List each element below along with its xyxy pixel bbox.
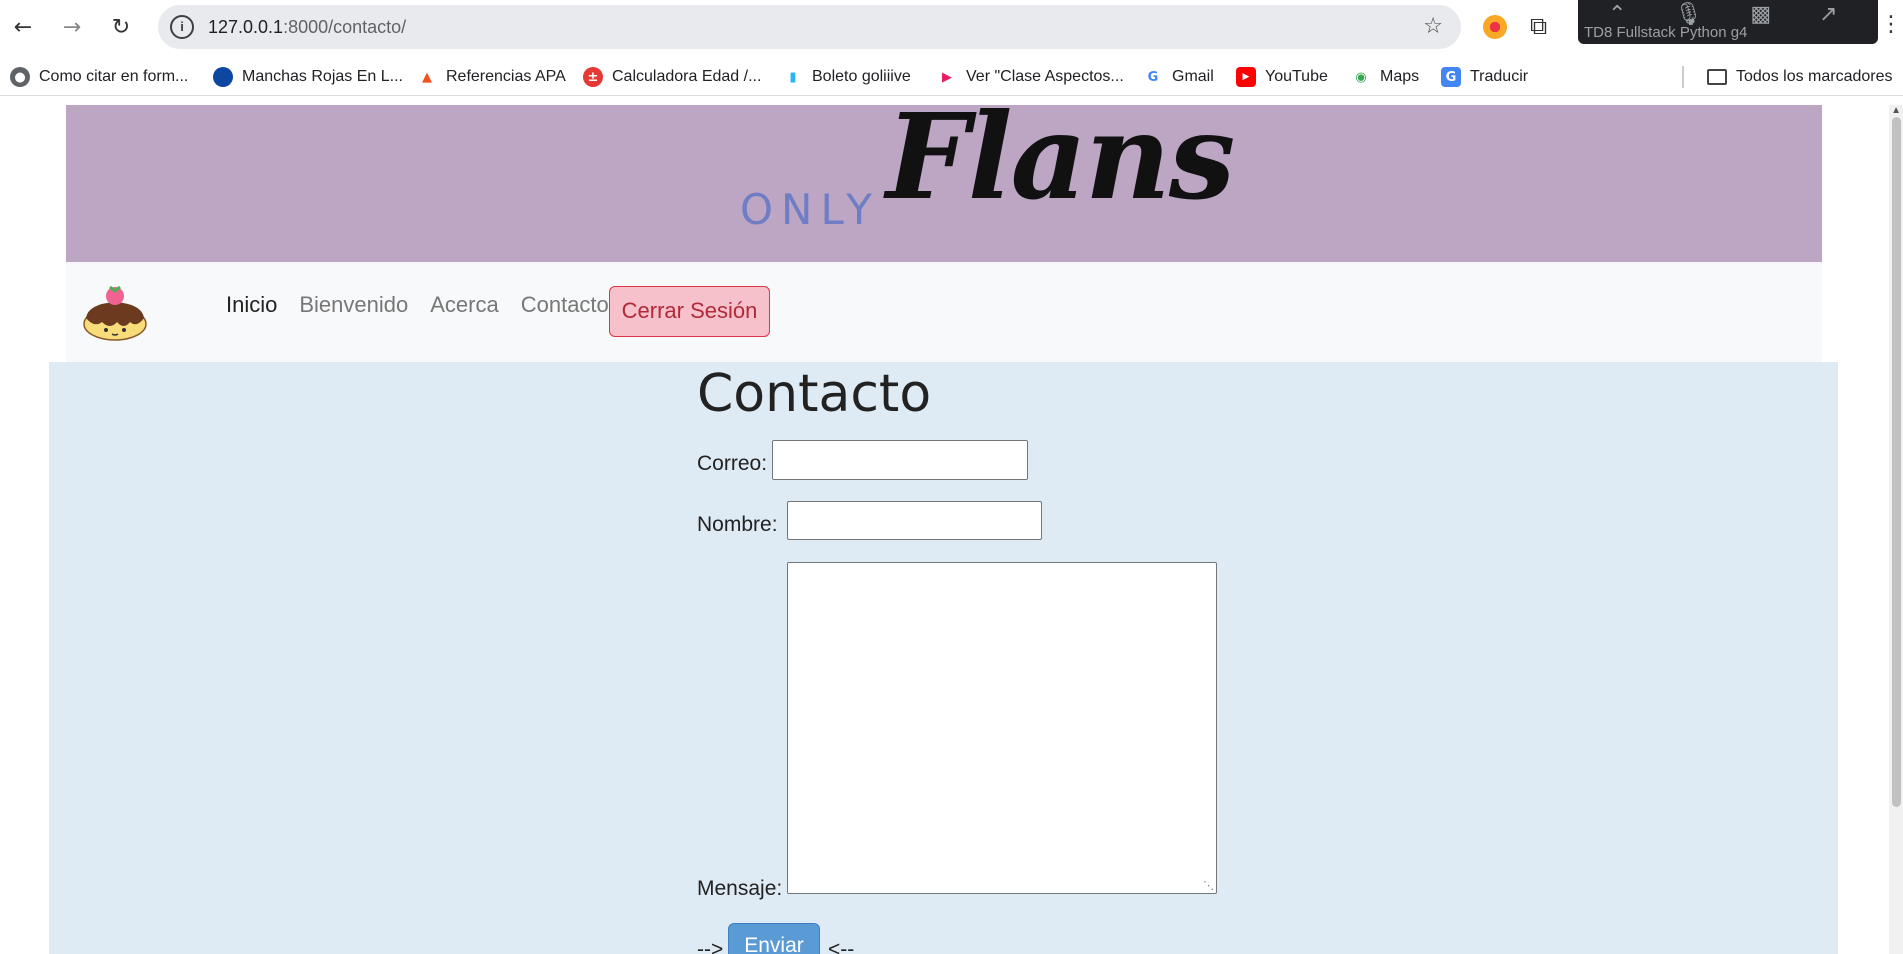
- camera-off-icon[interactable]: ▩: [1750, 2, 1819, 27]
- globe-icon: ●: [10, 67, 30, 87]
- bookmark-item[interactable]: ▶ Ver "Clase Aspectos...: [937, 65, 1124, 89]
- logo-only-text: ONLY: [740, 185, 880, 234]
- message-label: Mensaje:: [697, 877, 783, 900]
- graduation-cap-icon: ▲: [422, 69, 432, 85]
- nav-contacto[interactable]: Contacto: [521, 292, 609, 318]
- calculator-icon: ±: [583, 67, 603, 87]
- resize-grip-icon[interactable]: ⋱: [1203, 879, 1214, 892]
- extension-icon[interactable]: [1483, 15, 1507, 39]
- browser-toolbar: ← → ↻ i 127.0.0.1:8000/contacto/ ☆ ⧉ TD8…: [0, 0, 1903, 55]
- email-field[interactable]: [772, 440, 1028, 480]
- bookmark-item[interactable]: ● Como citar en form...: [10, 65, 188, 89]
- site-info-icon[interactable]: i: [170, 15, 194, 39]
- bookmark-item[interactable]: ▮ Boleto goliiive: [783, 65, 910, 89]
- logo-flans-text: Flans: [886, 105, 1235, 226]
- address-bar[interactable]: i 127.0.0.1:8000/contacto/ ☆: [158, 5, 1461, 49]
- all-bookmarks[interactable]: Todos los marcadores: [1707, 65, 1893, 89]
- page-viewport: ONLY Flans Inicio Bienvenido Acerca Cont…: [0, 105, 1903, 954]
- scroll-thumb[interactable]: [1892, 117, 1901, 807]
- email-label: Correo:: [697, 452, 768, 475]
- url-text[interactable]: 127.0.0.1:8000/contacto/: [208, 17, 406, 38]
- bookmark-item[interactable]: ▶ YouTube: [1236, 65, 1328, 89]
- play-icon: ▶: [942, 69, 952, 85]
- name-field[interactable]: [787, 501, 1042, 540]
- nav-acerca[interactable]: Acerca: [430, 292, 498, 318]
- site-banner: ONLY Flans: [66, 105, 1822, 262]
- reload-icon[interactable]: ↻: [106, 9, 136, 45]
- scroll-up-icon[interactable]: ▲: [1891, 105, 1901, 116]
- share-screen-icon[interactable]: ↗: [1819, 2, 1885, 27]
- site-navbar: Inicio Bienvenido Acerca Contacto Cerrar…: [66, 262, 1822, 362]
- bookmarks-bar: ● Como citar en form... Manchas Rojas En …: [0, 58, 1903, 96]
- bookmark-item[interactable]: G Traducir: [1441, 65, 1528, 89]
- nav-inicio[interactable]: Inicio: [226, 292, 277, 318]
- meet-overlay: TD8 Fullstack Python g4 ⌃🎙▩↗: [1578, 0, 1878, 44]
- menu-kebab-icon[interactable]: ⋮: [1880, 12, 1902, 37]
- google-icon: G: [1147, 69, 1159, 85]
- flan-logo-icon[interactable]: [82, 278, 148, 344]
- page-scrollbar[interactable]: ▲: [1889, 105, 1903, 954]
- translate-icon: G: [1441, 67, 1461, 87]
- apple-icon: [213, 67, 233, 87]
- bookmark-item[interactable]: Manchas Rojas En L...: [213, 65, 403, 89]
- page-title: Contacto: [697, 364, 932, 424]
- message-textarea[interactable]: ⋱: [787, 562, 1217, 894]
- submit-button[interactable]: Enviar: [728, 923, 820, 954]
- nav-bienvenido[interactable]: Bienvenido: [299, 292, 408, 318]
- bookmark-item[interactable]: G Gmail: [1143, 65, 1214, 89]
- bookmark-item[interactable]: ◉ Maps: [1351, 65, 1419, 89]
- youtube-icon: ▶: [1236, 67, 1256, 87]
- folder-icon: [1707, 69, 1727, 85]
- extensions-puzzle-icon[interactable]: ⧉: [1530, 12, 1547, 40]
- arrow-right-text: <--: [828, 938, 855, 954]
- content-area: Contacto Correo: Nombre: Mensaje: ⋱ --> …: [49, 362, 1838, 954]
- bookmark-item[interactable]: ± Calculadora Edad /...: [583, 65, 761, 89]
- bookmark-star-icon[interactable]: ☆: [1423, 14, 1443, 39]
- forward-arrow-icon[interactable]: →: [57, 9, 87, 45]
- logout-button[interactable]: Cerrar Sesión: [609, 286, 770, 337]
- bookmark-item[interactable]: ▲ Referencias APA: [417, 65, 566, 89]
- name-label: Nombre:: [697, 513, 778, 536]
- bars-icon: ▮: [789, 69, 797, 85]
- maps-pin-icon: ◉: [1355, 69, 1367, 85]
- back-arrow-icon[interactable]: ←: [8, 9, 38, 45]
- mic-off-icon[interactable]: 🎙: [1674, 2, 1750, 27]
- chevron-up-icon[interactable]: ⌃: [1608, 2, 1674, 27]
- arrow-left-text: -->: [697, 938, 724, 954]
- bookmarks-separator: [1682, 66, 1684, 88]
